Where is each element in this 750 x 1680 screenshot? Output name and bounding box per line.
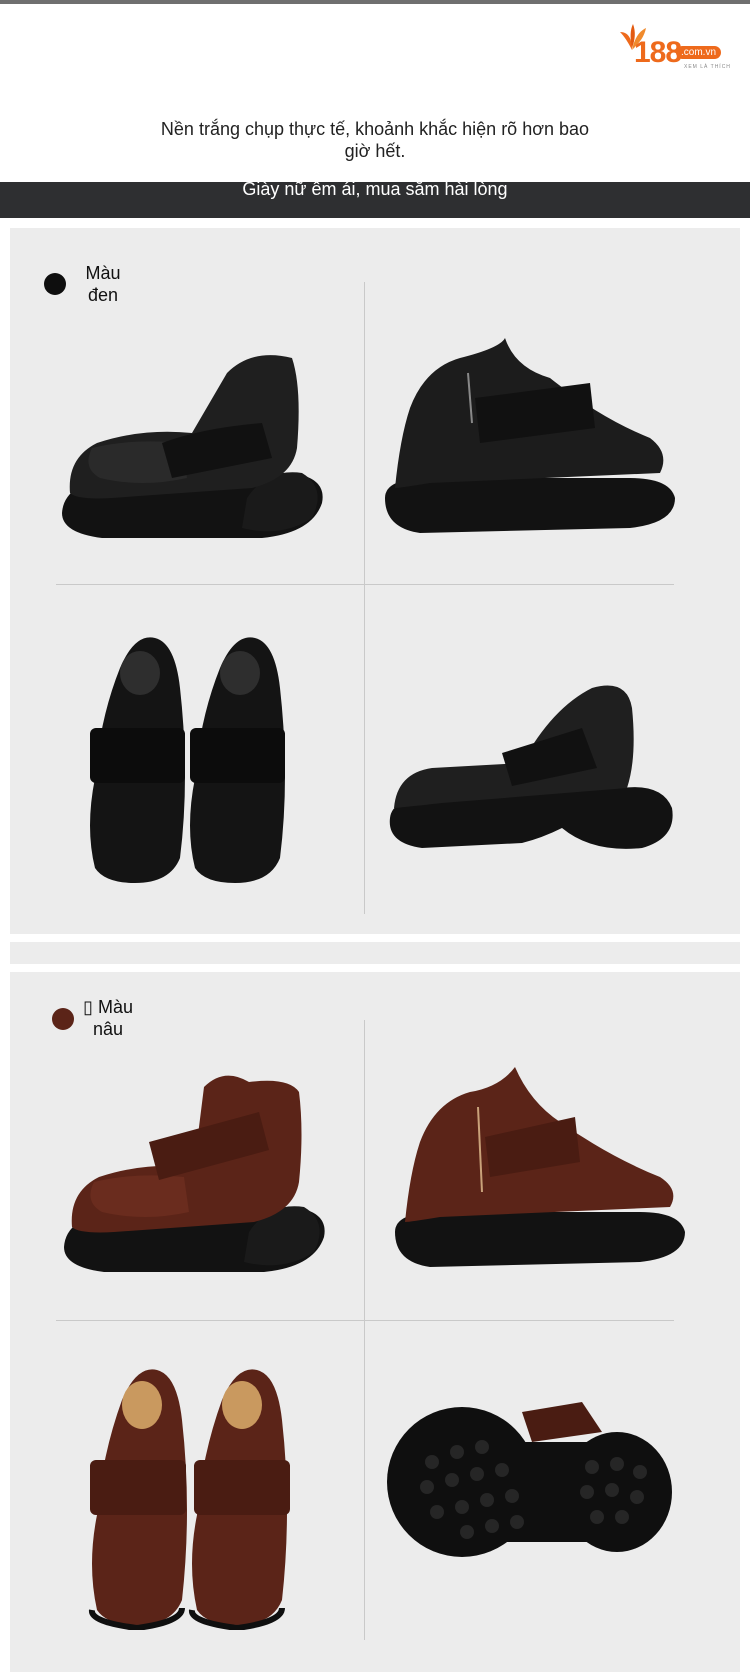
variant-label-brown-text: Màu nâu	[92, 997, 133, 1039]
variant-panel-black: Màu đen	[10, 228, 740, 934]
product-photo-brown-side[interactable]	[390, 1062, 690, 1282]
promo-band-text: Giày nữ êm ái, mua sắm hài lòng	[242, 179, 508, 199]
brand-logo[interactable]: 188 .com.vn XEM LÀ THÍCH	[618, 22, 734, 72]
panel-separator	[10, 942, 740, 964]
product-photo-black-top[interactable]	[80, 628, 300, 888]
grid-divider-horizontal	[56, 1320, 674, 1321]
color-swatch-black[interactable]	[44, 273, 66, 295]
grid-divider-horizontal	[56, 584, 674, 585]
variant-label-black: Màu đen	[85, 263, 121, 305]
logo-number: 188	[634, 36, 682, 69]
logo-tagline: XEM LÀ THÍCH	[684, 64, 731, 70]
variant-panel-brown: ▯ Màu nâu	[10, 972, 740, 1672]
grid-divider-vertical	[364, 282, 365, 914]
product-photo-black-side[interactable]	[380, 328, 680, 548]
variant-label-brown: ▯ Màu nâu	[72, 996, 144, 1040]
top-divider	[0, 0, 750, 4]
product-photo-brown-top[interactable]	[82, 1360, 302, 1630]
product-photo-brown-front-angle[interactable]	[54, 1062, 334, 1282]
variant-label-brown-prefix: ▯	[83, 997, 93, 1017]
product-photo-black-front-angle[interactable]	[52, 328, 332, 548]
product-photo-brown-outsole[interactable]	[382, 1372, 682, 1592]
hero-caption: Nền trắng chụp thực tế, khoảnh khắc hiện…	[160, 119, 590, 161]
logo-domain: .com.vn	[676, 46, 722, 59]
product-photo-black-back-angle[interactable]	[382, 668, 682, 868]
color-swatch-brown[interactable]	[52, 1008, 74, 1030]
grid-divider-vertical	[364, 1020, 365, 1640]
